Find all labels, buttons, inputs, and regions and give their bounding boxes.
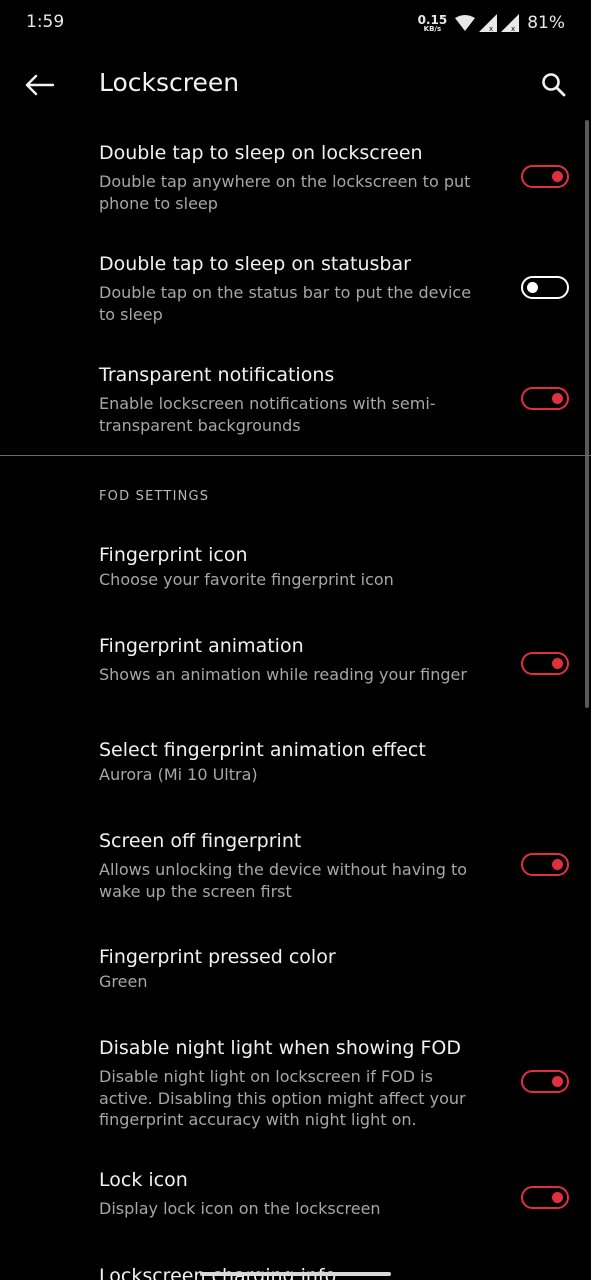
- pref-title: Fingerprint animation: [99, 635, 304, 657]
- network-speed-unit: KB/s: [423, 24, 442, 33]
- pref-summary: Enable lockscreen notifications with sem…: [99, 394, 436, 435]
- toggle-knob: [552, 858, 563, 870]
- toggle-switch[interactable]: [521, 276, 569, 299]
- pref-summary: Choose your favorite fingerprint icon: [99, 570, 394, 589]
- toggle-switch[interactable]: [521, 1186, 569, 1209]
- signal-icon: x: [479, 14, 498, 32]
- pref-summary: Shows an animation while reading your fi…: [99, 665, 467, 684]
- pref-summary: Aurora (Mi 10 Ultra): [99, 765, 258, 784]
- arrow-back-icon: [25, 74, 54, 96]
- pref-title: Transparent notifications: [99, 364, 335, 386]
- pref-screen-off-fingerprint[interactable]: Screen off fingerprint Allows unlocking …: [0, 829, 591, 902]
- toggle-knob: [552, 1191, 563, 1203]
- svg-text:x: x: [489, 25, 493, 32]
- pref-title: Fingerprint icon: [99, 544, 248, 566]
- search-icon: [542, 73, 566, 97]
- pref-title: Double tap to sleep on statusbar: [99, 253, 411, 275]
- pref-fingerprint-icon[interactable]: Fingerprint icon Choose your favorite fi…: [0, 543, 591, 591]
- wifi-icon: [455, 15, 476, 31]
- pref-double-tap-statusbar[interactable]: Double tap to sleep on statusbar Double …: [0, 252, 591, 325]
- toggle-switch[interactable]: [521, 652, 569, 675]
- pref-summary: Allows unlocking the device without havi…: [99, 860, 468, 901]
- section-header-fod: FOD SETTINGS: [99, 489, 210, 504]
- toggle-switch[interactable]: [521, 165, 569, 188]
- pref-summary: Double tap on the status bar to put the …: [99, 283, 472, 324]
- pref-title: Select fingerprint animation effect: [99, 739, 426, 761]
- search-button[interactable]: [535, 66, 573, 104]
- pref-fingerprint-pressed-color[interactable]: Fingerprint pressed color Green: [0, 945, 591, 993]
- battery-percentage: 81%: [527, 13, 565, 33]
- svg-text:x: x: [511, 25, 515, 32]
- status-time: 1:59: [26, 12, 65, 32]
- signal-icon: x: [501, 14, 520, 32]
- pref-title: Double tap to sleep on lockscreen: [99, 142, 423, 164]
- status-icons: 0.15 KB/s x x 81%: [418, 10, 565, 36]
- toggle-switch[interactable]: [521, 1070, 569, 1093]
- pref-title: Screen off fingerprint: [99, 830, 302, 852]
- toggle-knob: [552, 392, 563, 404]
- pref-summary: Double tap anywhere on the lockscreen to…: [99, 172, 471, 213]
- pref-title: Fingerprint pressed color: [99, 946, 336, 968]
- back-button[interactable]: [20, 66, 58, 104]
- pref-title: Disable night light when showing FOD: [99, 1037, 461, 1059]
- pref-fingerprint-animation[interactable]: Fingerprint animation Shows an animation…: [0, 634, 591, 686]
- network-speed-value: 0.15: [417, 12, 448, 27]
- page-title: Lockscreen: [99, 68, 240, 97]
- toggle-knob: [552, 1075, 563, 1087]
- pref-disable-night-light[interactable]: Disable night light when showing FOD Dis…: [0, 1036, 591, 1131]
- status-bar: 1:59 0.15 KB/s x x 81%: [0, 0, 591, 46]
- gesture-navigation-bar[interactable]: [200, 1272, 391, 1276]
- toggle-knob: [527, 281, 538, 293]
- pref-fingerprint-animation-effect[interactable]: Select fingerprint animation effect Auro…: [0, 738, 591, 786]
- toggle-knob: [552, 170, 563, 182]
- toggle-switch[interactable]: [521, 387, 569, 410]
- network-speed: 0.15 KB/s: [418, 14, 448, 33]
- section-divider: [0, 455, 591, 456]
- pref-summary: Display lock icon on the lockscreen: [99, 1199, 381, 1218]
- pref-title: Lock icon: [99, 1169, 188, 1191]
- app-bar: Lockscreen: [0, 46, 591, 122]
- pref-summary: Disable night light on lockscreen if FOD…: [99, 1067, 466, 1129]
- toggle-knob: [552, 657, 563, 669]
- pref-transparent-notifications[interactable]: Transparent notifications Enable lockscr…: [0, 363, 591, 436]
- pref-summary: Green: [99, 972, 148, 991]
- toggle-switch[interactable]: [521, 853, 569, 876]
- pref-double-tap-lockscreen[interactable]: Double tap to sleep on lockscreen Double…: [0, 141, 591, 214]
- pref-lock-icon[interactable]: Lock icon Display lock icon on the locks…: [0, 1168, 591, 1220]
